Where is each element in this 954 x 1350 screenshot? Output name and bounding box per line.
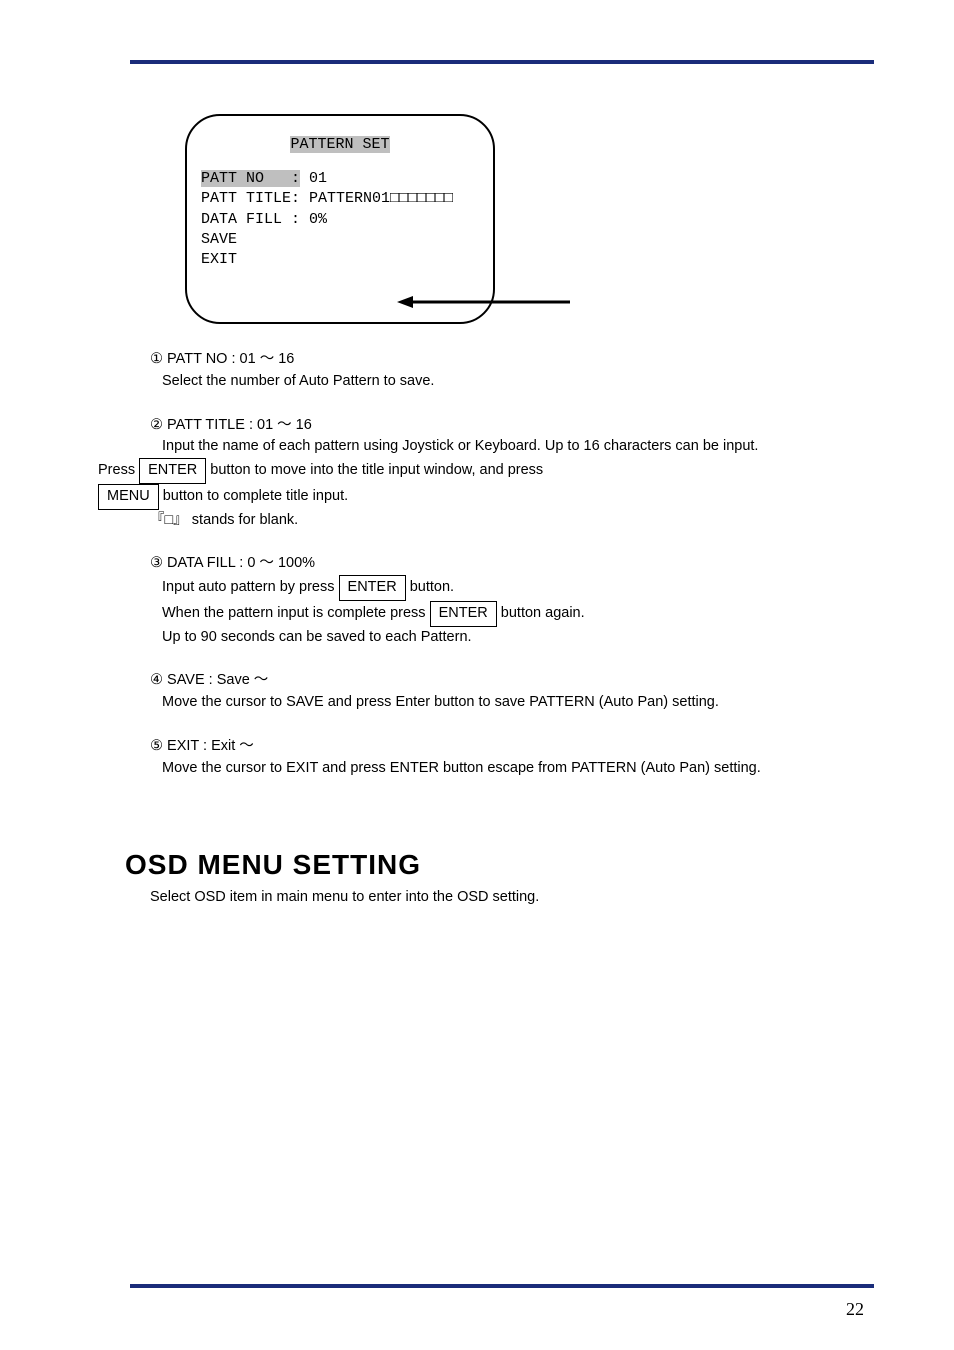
p2-desc3: 『□』 stands for blank.	[150, 510, 874, 532]
p5-heading: ⑤ EXIT : Exit 〜	[150, 736, 874, 758]
p3-desc1-prefix: Input auto pattern by press	[162, 579, 339, 595]
p3-desc2-suffix: button again.	[501, 605, 585, 621]
enter-button-label-2: ENTER	[339, 575, 406, 601]
p3-heading: ③ DATA FILL : 0 〜 100%	[150, 553, 874, 575]
p2-heading: ② PATT TITLE : 01 〜 16	[150, 415, 874, 437]
p2-desc2-mid: button to move into the title input wind…	[210, 462, 543, 478]
pattno-label: PATT NO :	[201, 170, 300, 187]
p1-heading: ① PATT NO : 01 〜 16	[150, 349, 874, 371]
exit-line: EXIT	[201, 250, 479, 270]
p4-heading: ④ SAVE : Save 〜	[150, 670, 874, 692]
menu-button-label: MENU	[98, 484, 159, 510]
menu-title: PATTERN SET	[290, 136, 389, 153]
patttitle-line: PATT TITLE: PATTERN01□□□□□□□	[201, 189, 479, 209]
datafill-line: DATA FILL : 0%	[201, 210, 479, 230]
enter-button-label-3: ENTER	[430, 601, 497, 627]
osd-subtitle: Select OSD item in main menu to enter in…	[150, 889, 874, 905]
p3-desc3: Up to 90 seconds can be saved to each Pa…	[162, 627, 874, 649]
p3-desc1-mid: button.	[410, 579, 454, 595]
top-rule	[130, 60, 874, 64]
p1-desc: Select the number of Auto Pattern to sav…	[162, 371, 874, 393]
save-line: SAVE	[201, 230, 479, 250]
enter-button-label: ENTER	[139, 458, 206, 484]
p5-desc: Move the cursor to EXIT and press ENTER …	[162, 758, 874, 780]
page-number: 22	[846, 1299, 864, 1320]
p4-desc: Move the cursor to SAVE and press Enter …	[162, 692, 874, 714]
arrow-left-icon	[395, 292, 575, 312]
p2-desc2-prefix: Press	[98, 462, 139, 478]
p2-desc1: Input the name of each pattern using Joy…	[162, 436, 874, 458]
pattno-value: 01	[300, 170, 327, 187]
bottom-rule	[130, 1284, 874, 1288]
p2-desc2-suffix: button to complete title input.	[163, 488, 348, 504]
p3-desc2-prefix: When the pattern input is complete press	[162, 605, 430, 621]
osd-heading: OSD MENU SETTING	[125, 849, 874, 881]
